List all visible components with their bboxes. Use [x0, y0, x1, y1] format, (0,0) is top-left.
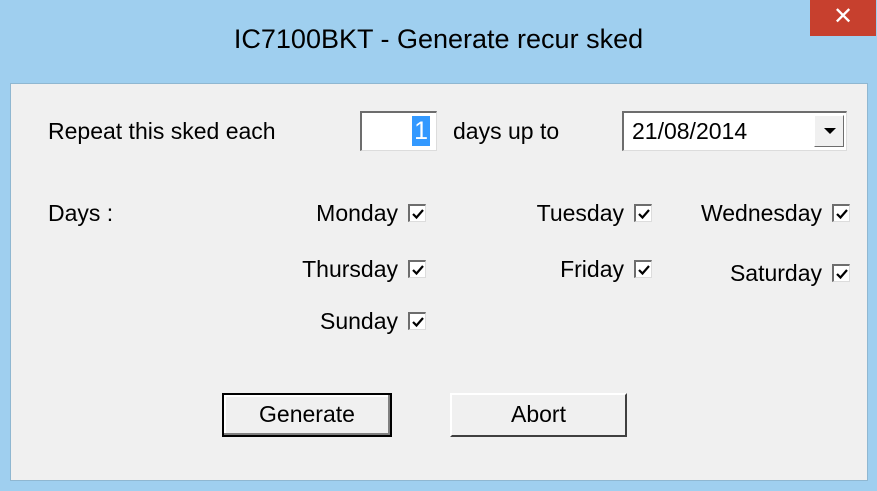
title-bar[interactable]: IC7100BKT - Generate recur sked ✕	[0, 0, 877, 83]
checkmark-icon	[638, 265, 650, 276]
day-tuesday[interactable]: Tuesday	[537, 198, 652, 228]
day-wednesday[interactable]: Wednesday	[701, 198, 850, 228]
checkmark-icon	[638, 209, 650, 220]
day-saturday-label: Saturday	[729, 259, 822, 286]
day-sunday[interactable]: Sunday	[320, 306, 426, 336]
abort-button[interactable]: Abort	[450, 393, 627, 437]
dialog-window: IC7100BKT - Generate recur sked ✕ Repeat…	[0, 0, 877, 491]
day-thursday-label: Thursday	[302, 255, 398, 282]
day-wednesday-checkbox[interactable]	[832, 204, 850, 222]
day-thursday[interactable]: Thursday	[302, 254, 426, 284]
end-date-value: 21/08/2014	[632, 118, 748, 144]
day-monday-label: Monday	[316, 199, 398, 226]
day-saturday-checkbox[interactable]	[832, 264, 850, 282]
day-sunday-label: Sunday	[319, 307, 398, 334]
days-label: Days :	[48, 200, 114, 226]
checkmark-icon	[836, 269, 848, 280]
day-thursday-checkbox[interactable]	[408, 260, 426, 278]
day-monday-checkbox[interactable]	[408, 204, 426, 222]
day-friday-label: Friday	[560, 255, 624, 282]
dialog-body: Repeat this sked each 1 days up to 21/08…	[10, 83, 868, 481]
close-button[interactable]: ✕	[810, 0, 876, 36]
dropdown-arrow-icon[interactable]	[814, 115, 844, 147]
day-tuesday-checkbox[interactable]	[634, 204, 652, 222]
day-saturday[interactable]: Saturday	[730, 258, 850, 288]
generate-button[interactable]: Generate	[222, 393, 392, 437]
day-monday[interactable]: Monday	[316, 198, 426, 228]
interval-value: 1	[412, 116, 430, 146]
day-friday[interactable]: Friday	[560, 254, 652, 284]
end-date-combobox[interactable]: 21/08/2014	[622, 111, 847, 151]
day-wednesday-label: Wednesday	[700, 199, 822, 226]
checkmark-icon	[412, 209, 424, 220]
close-icon: ✕	[832, 3, 854, 30]
checkmark-icon	[836, 209, 848, 220]
checkmark-icon	[412, 317, 424, 328]
checkmark-icon	[412, 265, 424, 276]
day-sunday-checkbox[interactable]	[408, 312, 426, 330]
repeat-prefix-label: Repeat this sked each	[48, 118, 276, 144]
interval-input[interactable]: 1	[360, 111, 437, 151]
repeat-suffix-label: days up to	[453, 118, 560, 144]
day-tuesday-label: Tuesday	[536, 199, 624, 226]
window-title: IC7100BKT - Generate recur sked	[233, 24, 644, 54]
day-friday-checkbox[interactable]	[634, 260, 652, 278]
